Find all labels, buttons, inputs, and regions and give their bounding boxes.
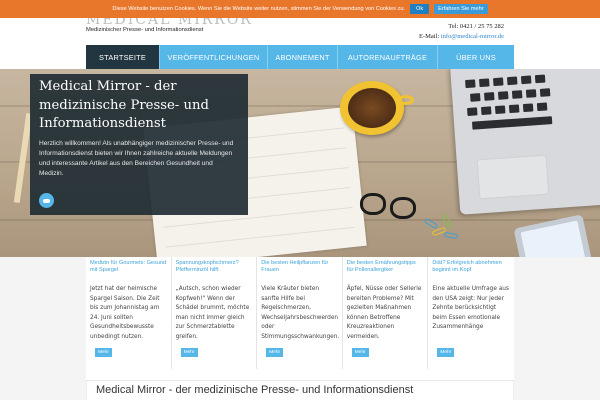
page-background-left bbox=[0, 257, 86, 400]
glasses-illustration bbox=[360, 187, 420, 227]
nav-item-startseite[interactable]: Startseite bbox=[86, 45, 160, 69]
teaser-text: Eine aktuelle Umfrage aus den USA zeigt:… bbox=[432, 286, 509, 331]
teaser-card: Spannungskopfschmerz? Pfefferminzöl hilf… bbox=[172, 257, 258, 369]
teaser-card: Medizin für Gourmets: Gesund mit Spargel… bbox=[86, 257, 172, 369]
email-label: E-Mail: bbox=[418, 33, 440, 40]
cookie-text: Diese Website benutzen Cookies. Wenn Sie… bbox=[112, 6, 406, 12]
hero-title: Medical Mirror - der medizinische Presse… bbox=[39, 79, 209, 131]
teaser-title[interactable]: Medizin für Gourmets: Gesund mit Spargel bbox=[90, 260, 167, 282]
teaser-card: Die besten Ernährungstipps für Pollenall… bbox=[343, 257, 429, 369]
hero-textbox: Medical Mirror - der medizinische Presse… bbox=[30, 74, 248, 215]
intro-section: Medical Mirror - der medizinische Presse… bbox=[86, 380, 514, 400]
teaser-text: Jetzt hat der heimische Spargel Saison. … bbox=[90, 286, 160, 340]
teaser-title[interactable]: Die besten Heilpflanzen für Frauen bbox=[261, 260, 338, 282]
cookie-ok-button[interactable]: Ok bbox=[410, 4, 430, 14]
teaser-text: Viele Kräuter bieten sanfte Hilfe bei Re… bbox=[261, 286, 340, 340]
site-tagline: Medizinischer Presse- und Informationsdi… bbox=[86, 27, 204, 33]
teaser-title[interactable]: Diät? Erfolgreich abnehmen beginnt im Ko… bbox=[432, 260, 510, 282]
coffee-cup-illustration bbox=[340, 81, 404, 135]
cup-handle bbox=[398, 95, 414, 105]
site-header: MEDICAL MIRROR Medizinischer Presse- und… bbox=[0, 12, 600, 45]
hero-text: Herzlich willkommen! Als unabhängiger me… bbox=[39, 139, 234, 177]
teaser-more-button[interactable]: Mehr bbox=[180, 348, 198, 357]
nav-item-autorenauftraege[interactable]: Autorenaufträge bbox=[338, 45, 438, 69]
email-link[interactable]: info@medical-mirror.de bbox=[441, 33, 504, 40]
paperclips-illustration bbox=[423, 214, 460, 245]
teaser-more-button[interactable]: Mehr bbox=[95, 348, 112, 357]
page-background-right bbox=[514, 257, 600, 400]
ellipsis-icon bbox=[43, 198, 50, 203]
teaser-title[interactable]: Die besten Ernährungstipps für Pollenall… bbox=[347, 260, 424, 282]
hero-more-button[interactable] bbox=[39, 193, 54, 208]
teaser-more-button[interactable]: Mehr bbox=[351, 348, 369, 357]
contact-info: Tel: 0421 / 25 75 282 E-Mail: info@medic… bbox=[419, 22, 504, 42]
nav-item-veroeffentlichungen[interactable]: Veröffentlichungen bbox=[160, 45, 268, 69]
teaser-more-button[interactable]: Mehr bbox=[437, 348, 455, 357]
main-nav: Startseite Veröffentlichungen Abonnement… bbox=[86, 45, 514, 69]
cookie-bar: Diese Website benutzen Cookies. Wenn Sie… bbox=[0, 0, 600, 18]
phone-number: Tel: 0421 / 25 75 282 bbox=[448, 23, 504, 30]
teaser-text: „Autsch, schon wieder Kopfweh!" Wenn der… bbox=[175, 286, 250, 340]
teaser-more-button[interactable]: Mehr bbox=[266, 348, 284, 357]
teaser-card: Die besten Heilpflanzen für Frauen Viele… bbox=[257, 257, 343, 369]
nav-item-abonnement[interactable]: Abonnement bbox=[268, 45, 338, 69]
email-line: E-Mail: info@medical-mirror.de bbox=[419, 32, 504, 42]
teaser-card: Diät? Erfolgreich abnehmen beginnt im Ko… bbox=[428, 257, 514, 369]
laptop-illustration bbox=[449, 69, 600, 215]
cookie-more-button[interactable]: Erfahren Sie mehr bbox=[434, 4, 488, 14]
teaser-row: Medizin für Gourmets: Gesund mit Spargel… bbox=[86, 257, 514, 369]
section-title: Medical Mirror - der medizinische Presse… bbox=[96, 384, 414, 396]
nav-item-ueber-uns[interactable]: Über uns bbox=[438, 45, 514, 69]
teaser-title[interactable]: Spannungskopfschmerz? Pfefferminzöl hilf… bbox=[176, 260, 253, 282]
teaser-text: Äpfel, Nüsse oder Sellerie bereiten Prob… bbox=[346, 286, 422, 340]
